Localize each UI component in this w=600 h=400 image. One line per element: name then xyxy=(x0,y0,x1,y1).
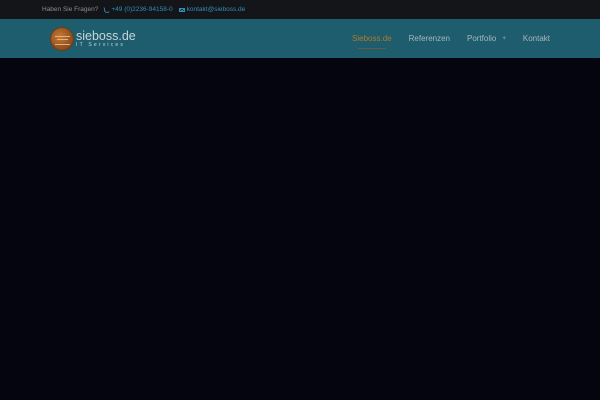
main-nav: Sieboss.de Referenzen Portfolio + Kontak… xyxy=(335,19,550,58)
logo-name: sieboss.de xyxy=(76,28,136,43)
logo-emblem-icon xyxy=(50,27,74,51)
mail-icon xyxy=(178,7,185,12)
nav-label: Sieboss.de xyxy=(352,34,392,43)
site-logo[interactable]: sieboss.de IT Services xyxy=(50,26,136,52)
submenu-plus-icon: + xyxy=(502,35,506,42)
nav-item-kontakt[interactable]: Kontakt xyxy=(523,34,550,43)
nav-label: Portfolio xyxy=(466,34,497,43)
site-header: sieboss.de IT Services Sieboss.de Refere… xyxy=(0,19,600,58)
phone-number: +49 (0)2236-94158-0 xyxy=(111,6,173,13)
logo-tagline: IT Services xyxy=(76,42,126,49)
nav-label: Kontakt xyxy=(522,34,550,43)
nav-item-home[interactable]: Sieboss.de xyxy=(352,34,392,49)
email-address: kontakt@sieboss.de xyxy=(186,6,246,13)
main-content-area xyxy=(0,58,600,400)
top-bar: Haben Sie Fragen? +49 (0)2236-94158-0 ko… xyxy=(0,0,600,19)
nav-label: Referenzen xyxy=(408,34,450,43)
nav-item-portfolio[interactable]: Portfolio + xyxy=(467,34,506,43)
email-link[interactable]: kontakt@sieboss.de xyxy=(178,6,246,13)
phone-link[interactable]: +49 (0)2236-94158-0 xyxy=(104,6,172,13)
phone-icon xyxy=(104,7,109,12)
nav-item-referenzen[interactable]: Referenzen xyxy=(409,34,450,43)
contact-question: Haben Sie Fragen? xyxy=(42,6,99,13)
